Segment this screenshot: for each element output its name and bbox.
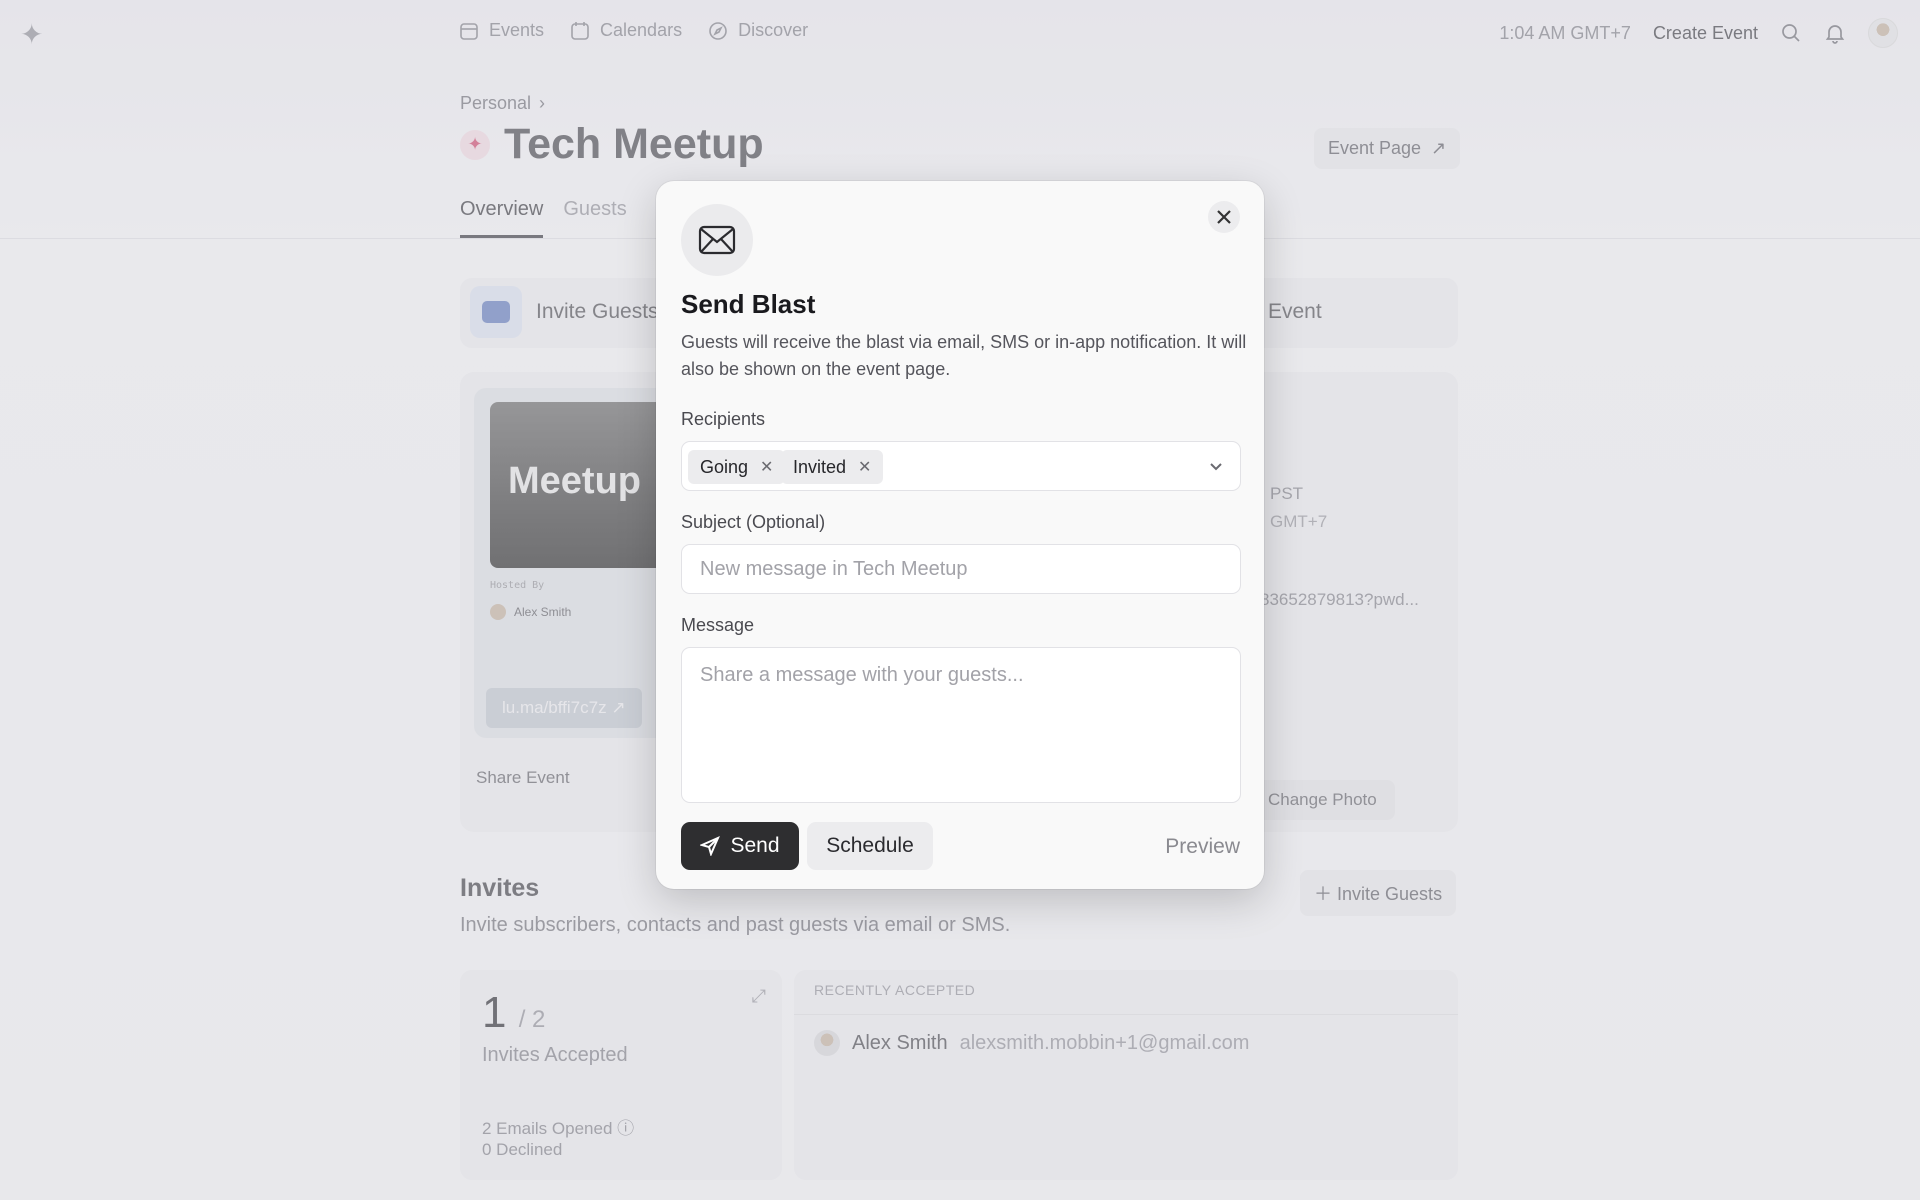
schedule-button[interactable]: Schedule	[807, 822, 933, 870]
message-input[interactable]	[681, 647, 1241, 803]
chip-label: Going	[700, 456, 749, 477]
paper-plane-icon	[700, 836, 721, 856]
recipients-select[interactable]: Going ✕ Invited ✕	[681, 441, 1241, 491]
envelope-glyph	[698, 225, 736, 255]
remove-chip-icon[interactable]: ✕	[760, 457, 773, 477]
close-icon	[1217, 210, 1231, 224]
modal-title: Send Blast	[681, 289, 816, 319]
subject-input[interactable]	[681, 544, 1241, 594]
recipients-label: Recipients	[681, 409, 766, 429]
send-blast-modal: Send Blast Guests will receive the blast…	[656, 181, 1264, 889]
send-label: Send	[730, 834, 780, 857]
message-label: Message	[681, 615, 755, 635]
chip-label: Invited	[793, 456, 847, 477]
chevron-glyph	[1210, 463, 1222, 471]
remove-chip-icon[interactable]: ✕	[858, 457, 871, 477]
preview-button[interactable]: Preview	[1165, 835, 1240, 859]
subject-label: Subject (Optional)	[681, 512, 826, 532]
close-button[interactable]	[1208, 201, 1240, 233]
recipient-chip-going: Going ✕	[688, 450, 786, 484]
envelope-icon	[681, 204, 753, 276]
modal-description: Guests will receive the blast via email,…	[681, 332, 1247, 379]
chevron-down-icon[interactable]	[1208, 458, 1224, 474]
send-button[interactable]: Send	[681, 822, 799, 870]
recipient-chip-invited: Invited ✕	[781, 450, 884, 484]
